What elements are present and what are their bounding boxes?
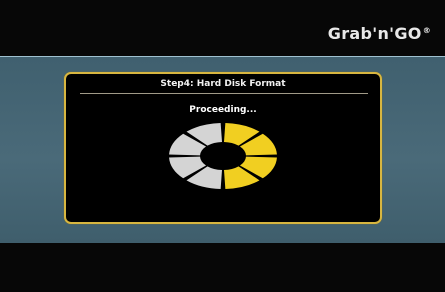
- spinner-segments: [169, 123, 277, 189]
- dialog-title: Step4: Hard Disk Format: [160, 79, 286, 89]
- stage-highlight-line: [0, 56, 445, 57]
- bottom-bar: [0, 243, 445, 292]
- brand-logo: Grab'n'GO®: [328, 24, 431, 43]
- tv-screen: Grab'n'GO® Step4: Hard Disk Format Proce…: [0, 0, 445, 292]
- registered-mark: ®: [422, 25, 431, 35]
- progress-spinner-icon: [169, 123, 277, 189]
- dialog-separator: [80, 93, 368, 94]
- status-text: Proceeding...: [189, 105, 257, 115]
- top-bar: Grab'n'GO®: [0, 0, 445, 56]
- format-dialog: Step4: Hard Disk Format Proceeding...: [64, 72, 382, 224]
- brand-name: Grab'n'GO: [327, 24, 422, 43]
